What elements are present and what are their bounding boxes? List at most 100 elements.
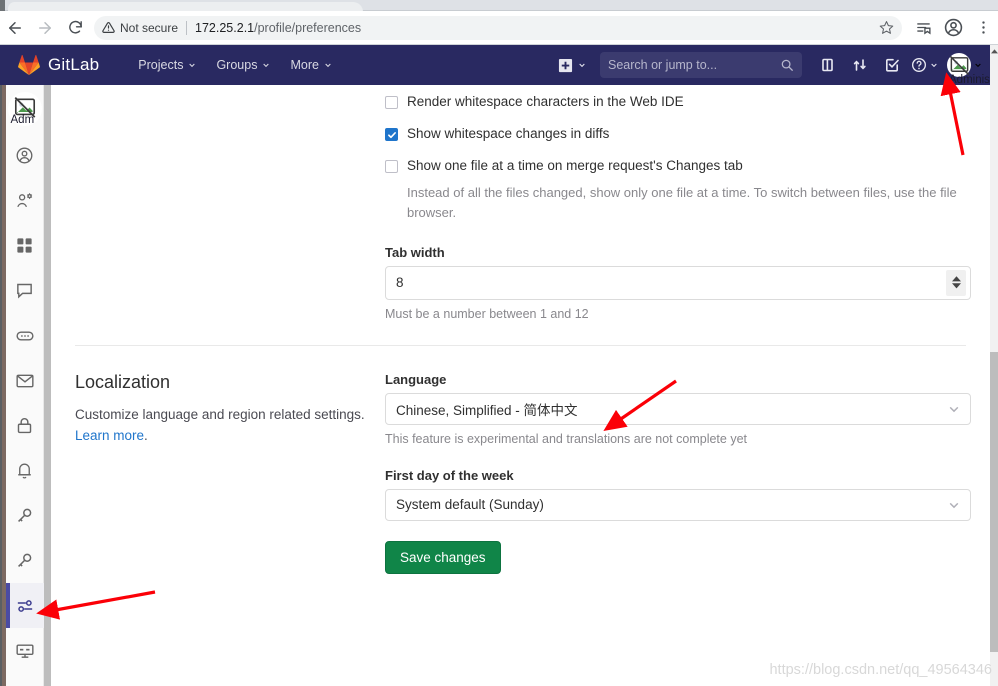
three-dot-menu-icon <box>981 21 985 34</box>
comment-dots-icon <box>15 330 34 341</box>
browser-menu-button[interactable] <box>968 13 998 43</box>
sidebar-item-active-sessions[interactable] <box>6 628 44 673</box>
sidebar-item-profile[interactable] <box>6 133 44 178</box>
language-label: Language <box>385 371 447 387</box>
question-circle-icon <box>912 58 926 72</box>
checkbox-show-whitespace-changes[interactable] <box>385 128 398 142</box>
language-hint: This feature is experimental and transla… <box>385 431 747 446</box>
tab-width-label: Tab width <box>385 244 445 260</box>
chevron-down-icon <box>325 63 331 68</box>
sidebar-item-notifications-email[interactable] <box>6 358 44 403</box>
reload-button[interactable] <box>60 13 90 43</box>
envelope-icon <box>15 374 34 387</box>
plus-square-icon <box>558 58 573 72</box>
monitor-icon <box>15 643 34 658</box>
todos-checkbox-icon <box>886 58 899 72</box>
user-menu-button[interactable]: Administrat <box>947 53 998 86</box>
issues-board-icon <box>822 58 833 72</box>
spinner-up-down-icon[interactable] <box>946 269 966 296</box>
sidebar-item-ssh-keys[interactable] <box>6 493 44 538</box>
reading-list-button[interactable] <box>908 13 938 43</box>
checkbox-one-file-at-a-time[interactable] <box>385 160 398 174</box>
search-placeholder: Search or jump to... <box>608 58 718 72</box>
checkbox-render-whitespace[interactable] <box>385 96 398 109</box>
sidebar-scrollbar[interactable] <box>44 85 51 686</box>
navbar-right-group: Search or jump to... Administ <box>552 51 998 86</box>
chevron-down-icon <box>263 63 270 68</box>
checkmark-icon <box>387 131 396 138</box>
watermark: https://blog.csdn.net/qq_49564346 <box>769 662 992 678</box>
sidebar-item-gpg-keys[interactable] <box>6 538 44 583</box>
issues-board-button[interactable] <box>814 51 842 79</box>
nav-link-more[interactable]: More <box>281 53 340 77</box>
chevron-down-icon <box>975 63 981 68</box>
sidebar-item-notifications[interactable] <box>6 448 44 493</box>
nav-link-groups[interactable]: Groups <box>207 53 279 77</box>
sidebar-item-applications[interactable] <box>6 223 44 268</box>
search-input[interactable]: Search or jump to... <box>600 52 802 78</box>
help-button[interactable] <box>911 57 938 73</box>
chevron-up-icon <box>990 49 998 54</box>
search-icon <box>781 59 793 71</box>
scroll-up-arrow[interactable] <box>990 45 998 58</box>
localization-description-period: . <box>144 427 148 443</box>
star-icon[interactable] <box>879 20 894 35</box>
localization-title: Localization <box>75 371 171 392</box>
chevron-down-icon <box>579 63 585 68</box>
key-icon <box>18 553 32 567</box>
sidebar-item-chat[interactable] <box>6 268 44 313</box>
reload-icon <box>68 20 82 34</box>
page-scrollbar-thumb[interactable] <box>990 352 998 652</box>
chevron-down-icon <box>948 499 960 511</box>
back-button[interactable] <box>0 13 30 43</box>
diffs-section-right: Render whitespace characters in the Web … <box>385 93 971 321</box>
navbar-links: Projects Groups More <box>129 53 341 77</box>
forward-button[interactable] <box>30 13 60 43</box>
reading-list-icon <box>916 23 931 35</box>
first-day-select[interactable]: System default (Sunday) <box>385 488 971 521</box>
sidebar-item-password[interactable] <box>6 403 44 448</box>
create-new-button[interactable] <box>552 54 592 77</box>
browser-toolbar: Not secure 172.25.2.1/profile/preference… <box>0 11 998 45</box>
localization-section-right: Language Chinese, Simplified - 简体中文 This… <box>385 372 971 574</box>
chevron-down-icon <box>189 63 196 68</box>
warning-triangle-icon <box>102 21 115 34</box>
brand-name: GitLab <box>48 55 100 74</box>
tab-width-input[interactable]: 8 <box>385 265 971 300</box>
merge-requests-button[interactable] <box>846 51 874 79</box>
localization-description-text: Customize language and region related se… <box>75 406 365 422</box>
merge-requests-icon <box>853 59 866 71</box>
first-day-label: First day of the week <box>385 467 514 483</box>
arrow-right-icon <box>39 21 51 34</box>
checkbox-row-one-file-at-a-time[interactable]: Show one file at a time on merge request… <box>385 157 971 175</box>
sidebar-item-account[interactable] <box>6 178 44 223</box>
window-edge <box>0 0 5 11</box>
address-bar[interactable]: Not secure 172.25.2.1/profile/preference… <box>94 15 902 40</box>
nav-link-label: More <box>290 58 319 72</box>
sidebar-item-preferences[interactable] <box>5 583 44 628</box>
profile-button[interactable] <box>938 13 968 43</box>
gitlab-tanuki-logo <box>18 55 40 76</box>
url-text: 172.25.2.1/profile/preferences <box>195 21 361 35</box>
key-icon <box>18 508 32 522</box>
gitlab-home-link[interactable]: GitLab <box>0 54 107 76</box>
localization-section: Localization Customize language and regi… <box>51 346 990 574</box>
learn-more-link[interactable]: Learn more <box>75 428 144 443</box>
bell-icon <box>18 463 31 479</box>
browser-window: Not secure 172.25.2.1/profile/preference… <box>0 0 998 686</box>
nav-link-projects[interactable]: Projects <box>129 53 205 77</box>
todos-button[interactable] <box>878 51 906 79</box>
gitlab-navbar: GitLab Projects Groups More Search or ju… <box>0 45 998 86</box>
checkbox-row-render-whitespace[interactable]: Render whitespace characters in the Web … <box>385 93 971 111</box>
sidebar-avatar-alt-text: Adm <box>10 114 35 126</box>
save-changes-button[interactable]: Save changes <box>385 540 501 574</box>
one-file-help-text: Instead of all the files changed, show o… <box>407 184 957 220</box>
user-circle-icon <box>16 147 33 164</box>
omnibox-divider <box>186 20 188 35</box>
sidebar-avatar[interactable]: Adm <box>6 85 44 133</box>
sidebar-item-integrations[interactable] <box>6 313 44 358</box>
checkbox-label: Render whitespace characters in the Web … <box>407 94 684 109</box>
language-select[interactable]: Chinese, Simplified - 简体中文 <box>385 392 971 425</box>
checkbox-row-show-whitespace-changes[interactable]: Show whitespace changes in diffs <box>385 125 971 143</box>
tab-width-hint: Must be a number between 1 and 12 <box>385 306 589 321</box>
